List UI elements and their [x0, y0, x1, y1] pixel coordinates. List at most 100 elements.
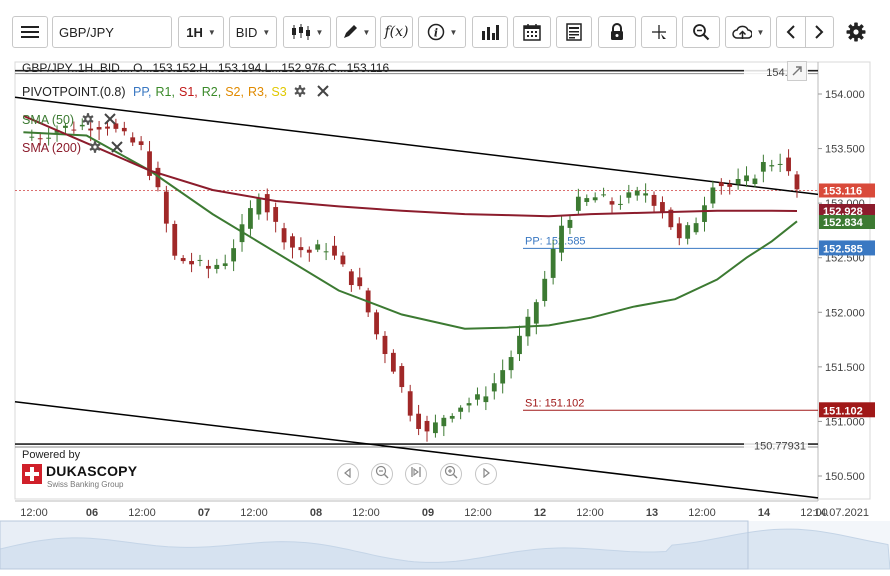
x-tick-label: 08 [310, 507, 322, 519]
drawing-tools-button[interactable]: ▼ [336, 16, 376, 48]
report-button[interactable] [556, 16, 592, 48]
pivot-legend: PIVOTPOINT.(0.8) PP, R1, S1, R2, S2, R3, S3 [22, 84, 329, 101]
sma50-remove-close-icon[interactable] [104, 113, 116, 128]
candle-body [710, 187, 716, 204]
candle-body [121, 127, 127, 132]
arrow-right-icon[interactable] [806, 25, 834, 39]
timeframe-selector[interactable]: 1H ▼ [178, 16, 224, 48]
volume-button[interactable] [472, 16, 508, 48]
menu-button[interactable] [12, 16, 48, 48]
pivot-level-label: R1, [155, 85, 175, 99]
candle-body [323, 251, 329, 253]
zoom-in-button[interactable] [440, 463, 462, 485]
pivot-level-label: PP: 152.585 [525, 235, 586, 247]
scroll-left-button[interactable] [337, 463, 359, 485]
candle-body [458, 407, 464, 412]
candle-body [718, 182, 724, 187]
zoom-in-icon [444, 465, 458, 484]
candle-body [231, 248, 237, 262]
candle-body [575, 196, 581, 211]
x-tick-label: 12:00 [128, 507, 156, 519]
candle-body [517, 335, 522, 355]
x-tick-label: 14 [758, 507, 771, 519]
y-tick-label: 152.000 [825, 307, 865, 319]
candlestick-icon [291, 23, 311, 41]
candle-body [533, 302, 539, 324]
lock-button[interactable] [598, 16, 636, 48]
pivot-badge-text: 152.585 [823, 243, 863, 255]
symbol-selector[interactable]: GBP/JPY [52, 16, 172, 48]
candle-body [399, 366, 405, 388]
function-icon: f(x) [384, 24, 409, 40]
price-chart[interactable]: 154.200150.77931PP: 152.585S1: 151.102 1… [0, 52, 890, 576]
brand-tagline: Swiss Banking Group [47, 480, 124, 489]
svg-text:i: i [433, 27, 437, 40]
candle-body [643, 193, 649, 196]
calendar-button[interactable] [513, 16, 551, 48]
candle-body [676, 223, 682, 239]
indicators-button[interactable]: f(x) [380, 16, 413, 48]
info-button[interactable]: i ▼ [418, 16, 466, 48]
candle-body [760, 162, 766, 172]
sma50-label: SMA (50) [22, 113, 75, 127]
chevron-down-icon: ▼ [262, 27, 271, 37]
candle-body [298, 247, 304, 251]
candle-body [626, 192, 632, 198]
candle-body [449, 415, 455, 419]
crosshair-button[interactable] [641, 16, 677, 48]
pivot-badge-text: 151.102 [823, 405, 863, 417]
candle-body [609, 201, 615, 205]
price-side-label: BID [235, 24, 258, 40]
candle-body [197, 259, 203, 261]
sma50-settings-gear-icon[interactable] [81, 112, 95, 129]
candle-body [172, 223, 178, 256]
settings-button[interactable] [844, 20, 868, 44]
cloud-upload-icon [731, 24, 752, 40]
pivot-level-label: R2, [201, 85, 222, 99]
candle-body [727, 184, 733, 187]
candle-body [264, 194, 270, 213]
candle-body [214, 264, 220, 269]
candle-body [340, 255, 346, 265]
candle-body [702, 205, 707, 222]
candle-body [550, 248, 556, 278]
price-side-selector[interactable]: BID ▼ [229, 16, 277, 48]
candle-body [281, 228, 287, 243]
x-tick-label: 12:00 [576, 507, 604, 519]
x-tick-label: 12:00 [20, 507, 48, 519]
candle-body [542, 278, 548, 302]
candle-body [685, 225, 691, 239]
sma200-label: SMA (200) [22, 141, 82, 155]
candle-body [138, 141, 144, 145]
arrow-left-icon[interactable] [777, 25, 805, 39]
sma200-remove-close-icon[interactable] [111, 141, 123, 156]
candle-body [71, 129, 77, 131]
y-tick-label: 151.000 [825, 416, 865, 428]
candle-body [475, 394, 480, 400]
candle-body [348, 271, 354, 286]
menu-icon [21, 25, 39, 39]
scroll-right-button[interactable] [475, 463, 497, 485]
candle-body [744, 175, 749, 182]
zoom-button[interactable] [682, 16, 720, 48]
candle-body [500, 370, 506, 384]
zoom-out-button[interactable] [371, 463, 393, 485]
candle-body [601, 194, 606, 196]
chart-type-button[interactable]: ▼ [283, 16, 331, 48]
candle-body [693, 223, 699, 233]
plot-frame [14, 61, 871, 500]
cloud-upload-button[interactable]: ▼ [725, 16, 771, 48]
candle-body [407, 391, 413, 416]
expand-button[interactable] [787, 61, 807, 81]
candle-body [735, 178, 741, 185]
chevron-down-icon: ▼ [315, 27, 324, 37]
report-icon [566, 23, 582, 41]
pivot-remove-close-icon[interactable] [316, 85, 329, 100]
candle-body [374, 312, 379, 335]
pivot-settings-gear-icon[interactable] [293, 84, 307, 101]
y-tick-label: 150.500 [825, 471, 865, 483]
sma200-settings-gear-icon[interactable] [88, 140, 102, 157]
candle-body [592, 197, 598, 201]
candle-body [390, 352, 396, 372]
reset-view-button[interactable] [405, 463, 427, 485]
